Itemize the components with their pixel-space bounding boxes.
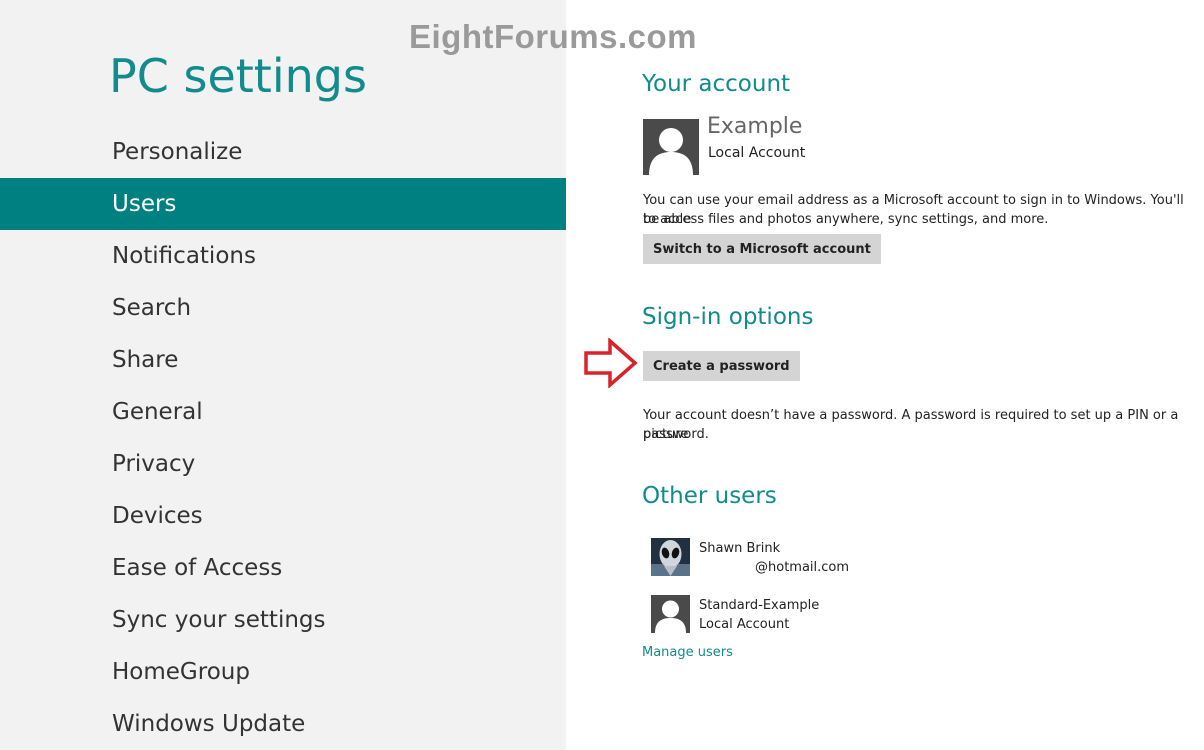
account-description-line2: to access files and photos anywhere, syn… — [643, 212, 1049, 227]
other-users-heading: Other users — [642, 483, 777, 509]
password-note-line1: Your account doesn’t have a password. A … — [643, 408, 1179, 442]
sidebar-item-homegroup[interactable]: HomeGroup — [0, 646, 566, 698]
sidebar-item-ease-of-access[interactable]: Ease of Access — [0, 542, 566, 594]
sidebar-item-search[interactable]: Search — [0, 282, 566, 334]
sidebar-item-share[interactable]: Share — [0, 334, 566, 386]
sidebar-nav: Personalize Users Notifications Search S… — [0, 126, 566, 750]
sidebar-item-privacy[interactable]: Privacy — [0, 438, 566, 490]
user-name-shawn-brink[interactable]: Shawn Brink — [699, 541, 780, 556]
red-arrow-icon — [584, 338, 638, 388]
your-account-heading: Your account — [642, 71, 791, 97]
account-type: Local Account — [708, 145, 806, 161]
sidebar-item-sync-your-settings[interactable]: Sync your settings — [0, 594, 566, 646]
sidebar-item-personalize[interactable]: Personalize — [0, 126, 566, 178]
watermark: EightForums.com — [409, 18, 698, 55]
alien-avatar-icon[interactable] — [651, 538, 690, 576]
page-title: PC settings — [109, 49, 367, 103]
switch-to-microsoft-account-button[interactable]: Switch to a Microsoft account — [643, 234, 881, 264]
sidebar-item-users[interactable]: Users — [0, 178, 566, 230]
create-password-button[interactable]: Create a password — [643, 351, 800, 381]
user-name-standard-example[interactable]: Standard-Example — [699, 598, 819, 613]
account-name: Example — [707, 114, 803, 139]
sign-in-options-heading: Sign-in options — [642, 304, 814, 330]
user-email: @hotmail.com — [755, 560, 850, 575]
sidebar: PC settings Personalize Users Notificati… — [0, 0, 566, 750]
password-note-line2: password. — [643, 427, 709, 442]
account-avatar-icon — [643, 119, 699, 175]
sidebar-item-general[interactable]: General — [0, 386, 566, 438]
sidebar-item-notifications[interactable]: Notifications — [0, 230, 566, 282]
user-account-type: Local Account — [699, 617, 790, 632]
user-avatar-icon[interactable] — [651, 595, 690, 633]
sidebar-item-windows-update[interactable]: Windows Update — [0, 698, 566, 750]
manage-users-link[interactable]: Manage users — [642, 645, 733, 660]
sidebar-item-devices[interactable]: Devices — [0, 490, 566, 542]
